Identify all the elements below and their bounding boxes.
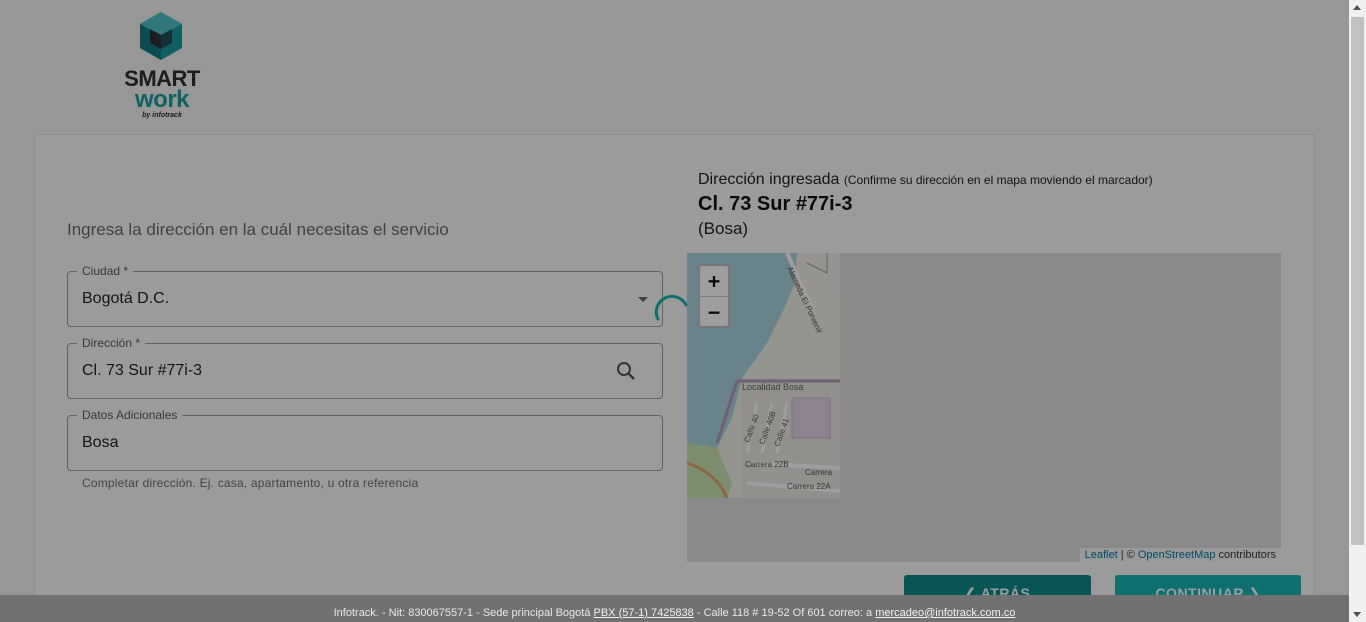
modal-overlay[interactable] <box>0 0 1349 622</box>
footer: Infotrack. - Nit: 830067557-1 - Sede pri… <box>0 595 1349 622</box>
footer-address-text: - Calle 118 # 19-52 Of 601 correo: a <box>693 607 876 619</box>
scroll-down-arrow-icon[interactable] <box>1353 612 1361 617</box>
page: SMART work by infotrack Ingresa la direc… <box>0 0 1349 622</box>
scroll-up-arrow-icon[interactable] <box>1353 5 1361 10</box>
footer-company-text: Infotrack. - Nit: 830067557-1 - Sede pri… <box>333 607 594 619</box>
footer-email-link[interactable]: mercadeo@infotrack.com.co <box>875 607 1015 619</box>
scrollbar-thumb[interactable] <box>1351 17 1364 545</box>
vertical-scrollbar[interactable] <box>1349 0 1366 622</box>
footer-phone-link[interactable]: PBX (57-1) 7425838 <box>594 607 694 619</box>
